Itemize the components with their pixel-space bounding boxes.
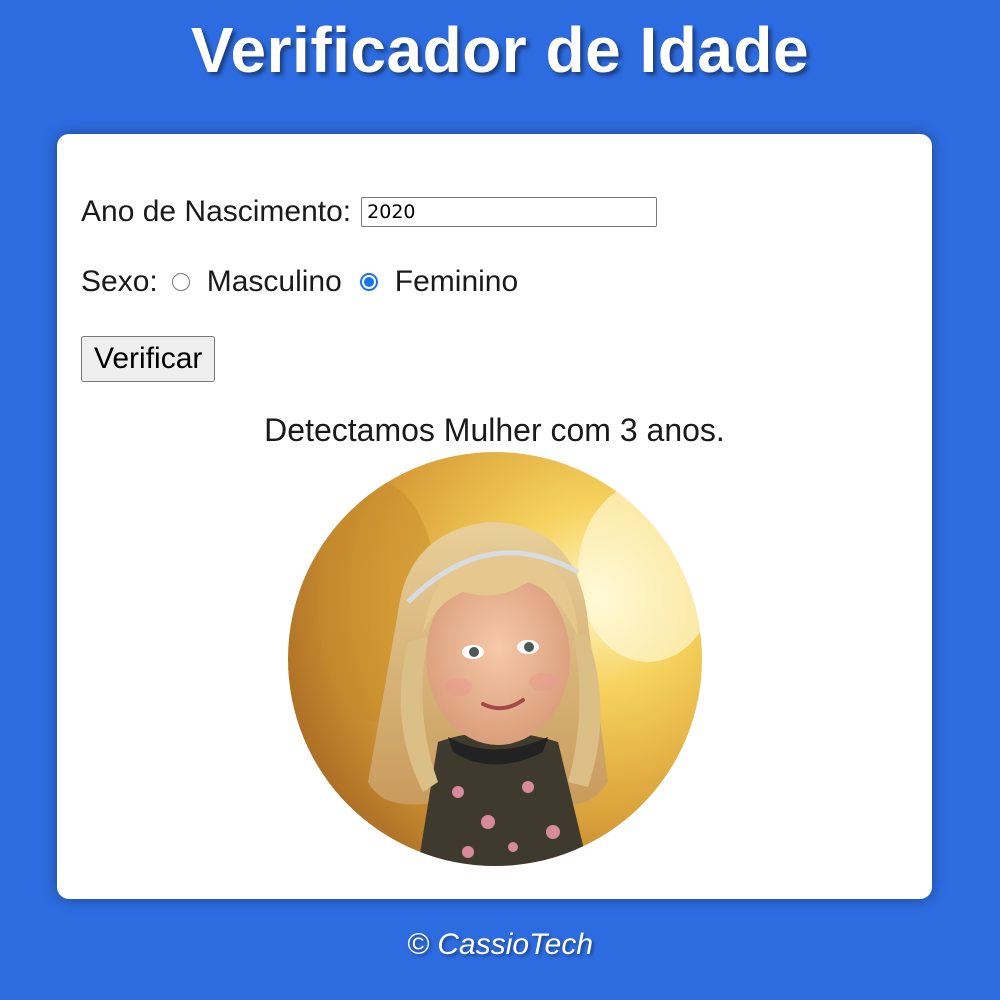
birth-year-input[interactable] [361,197,658,227]
result-text: Detectamos Mulher com 3 anos. [264,412,725,448]
radio-masculino-label[interactable]: Masculino [207,265,342,299]
result-photo [288,452,702,866]
sex-row: Sexo: Masculino Feminino [81,262,536,302]
birth-year-row: Ano de Nascimento: [81,194,658,230]
birth-year-label: Ano de Nascimento: [81,195,352,228]
page-header: Verificador de Idade [0,0,1000,110]
radio-feminino-label[interactable]: Feminino [395,265,518,299]
radio-masculino[interactable] [171,273,190,291]
verify-button[interactable]: Verificar [81,336,216,382]
radio-feminino[interactable] [359,273,378,291]
page-title: Verificador de Idade [190,14,810,86]
form-card: Ano de Nascimento: Sexo: Masculino Femin… [57,134,932,899]
girl-photo-illustration [288,452,702,866]
sex-label: Sexo: [81,265,158,298]
footer-copyright: © CassioTech [406,928,594,961]
